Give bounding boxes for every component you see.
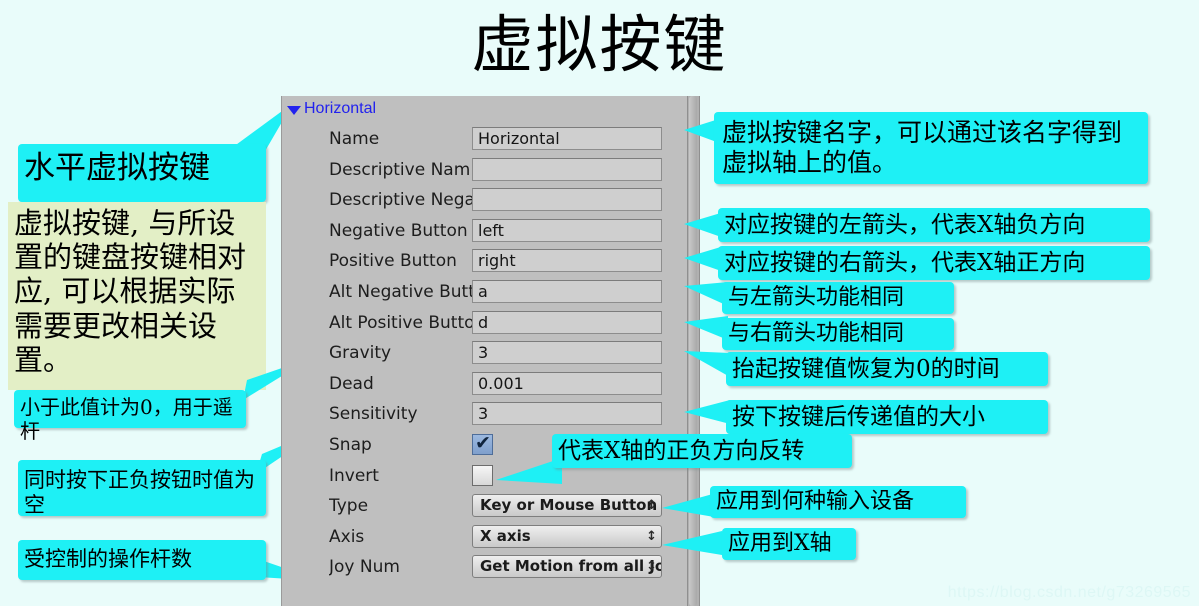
watermark: https://blog.csdn.net/g73269565	[947, 584, 1191, 601]
text-field[interactable]: 3	[472, 402, 662, 426]
inspector-row: Type Key or Mouse Button ↕	[282, 491, 701, 521]
inspector-row: Negative Button left	[282, 216, 701, 246]
text-field[interactable]: right	[472, 249, 662, 273]
row-label: Dead	[329, 373, 374, 394]
annotation-alt-negative: 与左箭头功能相同	[722, 282, 954, 314]
foldout-horizontal[interactable]: Horizontal	[287, 98, 376, 120]
row-label: Snap	[329, 435, 372, 455]
unity-input-manager-inspector: Horizontal Name Horizontal Descriptive Nam…	[281, 96, 700, 606]
page-title: 虚拟按键	[471, 8, 728, 81]
row-label: Descriptive Nega	[329, 190, 472, 211]
row-label: Alt Negative Butt	[329, 282, 472, 302]
annotation-snap: 同时按下正负按钮时值为空	[18, 460, 266, 517]
inspector-row: Sensitivity 3	[282, 399, 701, 429]
annotation-negative-button: 对应按键的左箭头，代表X轴负方向	[718, 208, 1150, 242]
inspector-row: Descriptive Nam	[282, 155, 701, 185]
inspector-row: Positive Button right	[282, 246, 701, 276]
updown-arrows-icon: ↕	[646, 498, 657, 514]
row-label: Alt Positive Butto	[329, 312, 472, 333]
annotation-alt-positive: 与右箭头功能相同	[722, 318, 954, 350]
sensitivity-note-tail	[684, 400, 730, 424]
slide-canvas: 虚拟按键 水平虚拟按键 虚拟按键, 与所设置的键盘按键相对应, 可以根据实际需要…	[0, 0, 1199, 606]
row-label: Sensitivity	[329, 404, 418, 425]
inspector-row: Joy Num Get Motion from all Joy ↕	[282, 552, 701, 582]
text-field[interactable]	[472, 188, 662, 212]
row-label: Type	[329, 496, 369, 517]
annotation-sensitivity: 按下按键后传递值的大小	[726, 400, 1048, 434]
foldout-label: Horizontal	[304, 100, 377, 117]
inspector-row: Gravity 3	[282, 338, 701, 368]
row-label: Gravity	[329, 343, 392, 364]
dropdown-value: Get Motion from all Joy	[480, 557, 662, 576]
dropdown-select[interactable]: X axis ↕	[472, 524, 662, 548]
annotation-joynum: 受控制的操作杆数	[18, 540, 266, 580]
inspector-row: Alt Positive Butto d	[282, 308, 701, 338]
annotation-title-callout: 水平虚拟按键	[18, 144, 266, 202]
text-field[interactable]: a	[472, 280, 662, 303]
text-field[interactable]: d	[472, 310, 662, 334]
annotation-axis: 应用到X轴	[722, 528, 856, 560]
dropdown-value: Key or Mouse Button	[480, 496, 658, 515]
axis-note-tail	[662, 531, 722, 555]
inspector-row: Axis X axis ↕	[282, 522, 701, 552]
annotation-gravity: 抬起按键值恢复为0的时间	[726, 352, 1048, 386]
updown-arrows-icon: ↕	[646, 559, 657, 575]
row-label: Name	[329, 129, 380, 149]
checkbox-unchecked[interactable]	[472, 464, 493, 486]
annotation-invert: 代表X轴的正负方向反转	[552, 434, 852, 468]
row-label: Invert	[329, 465, 379, 486]
row-label: Negative Button	[329, 220, 468, 241]
text-field[interactable]: Horizontal	[472, 127, 662, 150]
text-field[interactable]: 0.001	[472, 371, 662, 395]
gravity-note-tail	[684, 351, 730, 377]
row-label: Descriptive Nam	[329, 159, 471, 180]
annotation-positive-button: 对应按键的右箭头，代表X轴正方向	[718, 246, 1150, 280]
annotation-type: 应用到何种输入设备	[710, 486, 966, 518]
checkbox-checked[interactable]: ✔	[472, 432, 493, 455]
annotation-name: 虚拟按键名字，可以通过该名字得到虚拟轴上的值。	[714, 112, 1148, 184]
text-field[interactable]	[472, 157, 662, 181]
row-label: Joy Num	[329, 557, 400, 578]
annotation-dead: 小于此值计为0，用于遥杆	[14, 390, 246, 442]
row-label: Axis	[329, 526, 365, 547]
check-icon: ✔	[475, 432, 491, 454]
inspector-row: Descriptive Nega	[282, 185, 701, 215]
row-label: Positive Button	[329, 251, 457, 272]
inspector-row: Dead 0.001	[282, 369, 701, 399]
inspector-row: Name Horizontal	[282, 124, 701, 154]
inspector-row: Alt Negative Butt a	[282, 277, 701, 307]
triangle-down-icon[interactable]	[287, 105, 301, 115]
updown-arrows-icon: ↕	[646, 528, 657, 544]
dropdown-select[interactable]: Key or Mouse Button ↕	[472, 494, 662, 518]
text-field[interactable]: 3	[472, 341, 662, 365]
dropdown-select[interactable]: Get Motion from all Joy ↕	[472, 555, 662, 579]
text-field[interactable]: left	[472, 218, 662, 242]
dropdown-value: X axis	[480, 526, 531, 545]
annotation-description-box: 虚拟按键, 与所设置的键盘按键相对应, 可以根据实际需要更改相关设置。	[8, 202, 266, 390]
